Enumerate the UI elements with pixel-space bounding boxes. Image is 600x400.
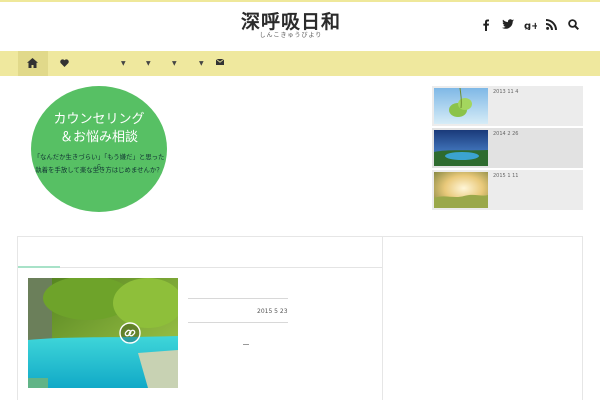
logo-subtitle: しんこきゅうびより [259, 32, 323, 39]
logo-title: 深呼吸日和 [240, 11, 341, 33]
post-divider [188, 322, 288, 323]
counseling-banner[interactable]: カウンセリング ＆お悩み相談 「なんだか生きづらい」「もう嫌だ」と思ったら 執着… [31, 86, 167, 212]
sidebar-post-item[interactable]: 2015 1 11 [432, 170, 583, 210]
site-logo[interactable]: 深呼吸日和 しんこきゅうびより [236, 12, 346, 44]
banner-text-line2: 執着を手放して楽な生き方はじめませんか？ [35, 166, 163, 174]
main-navigation: ▼ ▼ ▼ ▼ [0, 51, 600, 76]
nav-dropdown-2-chevron-down-icon[interactable]: ▼ [146, 60, 151, 67]
post-divider [188, 298, 288, 299]
category-tag [28, 378, 48, 388]
featured-post-thumbnail[interactable] [28, 278, 178, 388]
nav-dropdown-3-chevron-down-icon[interactable]: ▼ [172, 60, 177, 67]
nav-contact[interactable] [216, 51, 228, 76]
heart-icon [60, 59, 69, 67]
nav-dropdown-4-chevron-down-icon[interactable]: ▼ [199, 60, 204, 67]
post-thumbnail [434, 172, 488, 208]
read-more-link[interactable] [243, 344, 249, 345]
post-thumbnail [434, 88, 488, 124]
section-divider [18, 267, 382, 268]
sidebar-post-item[interactable]: 2014 2 26 [432, 128, 583, 168]
svg-text:g+: g+ [524, 21, 537, 30]
banner-heading-line2: ＆お悩み相談 [59, 130, 138, 145]
twitter-icon[interactable] [502, 19, 514, 35]
post-date: 2013 11 4 [493, 89, 519, 95]
nav-home[interactable] [18, 51, 48, 76]
banner-heading-line1: カウンセリング [53, 112, 145, 127]
section-title-accent [18, 266, 60, 268]
nav-dropdown-1-chevron-down-icon[interactable]: ▼ [121, 60, 126, 67]
home-icon [27, 58, 38, 68]
site-header: 深呼吸日和 しんこきゅうびより g+ [0, 2, 600, 51]
envelope-icon [216, 59, 224, 65]
post-date: 2014 2 26 [493, 131, 519, 137]
google-plus-icon[interactable]: g+ [524, 19, 537, 35]
featured-post-date: 2015 5 23 [257, 308, 288, 315]
rss-icon[interactable] [546, 19, 557, 35]
search-icon[interactable] [568, 19, 579, 35]
link-icon [119, 322, 141, 344]
nav-heart[interactable] [60, 51, 74, 76]
sidebar-widget [383, 236, 583, 400]
sidebar-post-item[interactable]: 2013 11 4 [432, 86, 583, 126]
post-date: 2015 1 11 [493, 173, 519, 179]
facebook-icon[interactable] [482, 19, 490, 35]
post-thumbnail [434, 130, 488, 166]
